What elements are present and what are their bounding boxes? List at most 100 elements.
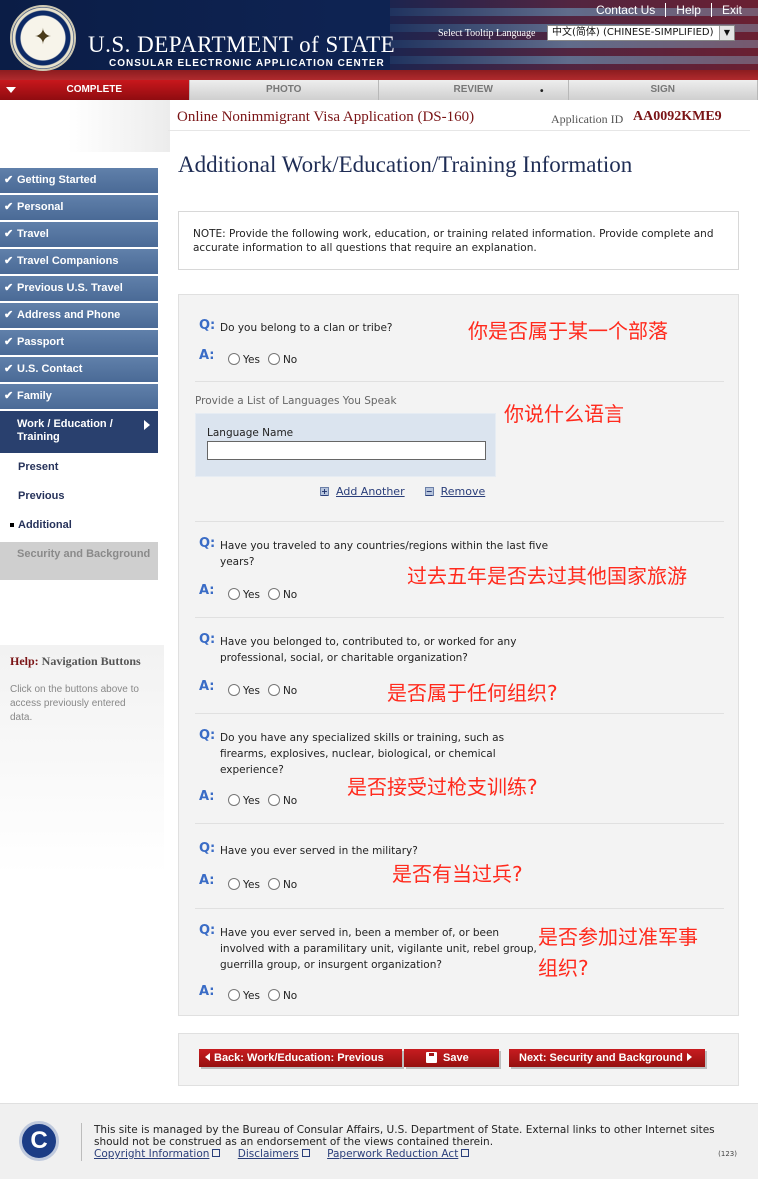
languages-section-label: Provide a List of Languages You Speak xyxy=(195,395,397,407)
radio-no[interactable]: No xyxy=(267,684,297,697)
minus-icon: − xyxy=(424,487,434,496)
application-id: AA0092KME9 xyxy=(633,109,722,124)
chevron-down-icon[interactable]: ▼ xyxy=(719,26,734,40)
form-panel: Q: Do you belong to a clan or tribe? A: … xyxy=(178,294,739,1016)
radio-yes[interactable]: Yes xyxy=(228,794,260,807)
check-icon: ✔ xyxy=(4,363,14,375)
q-label: Q: xyxy=(199,318,216,333)
sidebar-item-travel[interactable]: ✔ Travel xyxy=(0,222,158,247)
help-panel: Help: Navigation Buttons Click on the bu… xyxy=(0,645,164,875)
sidebar-subitem-present[interactable]: Present xyxy=(0,453,158,482)
sidebar-subitem-additional[interactable]: Additional xyxy=(0,511,158,540)
add-another-link[interactable]: + Add Another xyxy=(320,485,405,498)
annotation-language: 你说什么语言 xyxy=(504,402,624,426)
top-links: Contact Us Help Exit xyxy=(586,3,746,17)
radio-yes[interactable]: Yes xyxy=(228,353,260,366)
page-title: Additional Work/Education/Training Infor… xyxy=(178,152,633,177)
form-navigation: Back: Work/Education: Previous Save Next… xyxy=(178,1033,739,1086)
tooltip-language-value: 中文(简体) (CHINESE-SIMPLIFIED) xyxy=(552,27,714,38)
tab-complete[interactable]: COMPLETE xyxy=(0,80,190,100)
check-icon: ✔ xyxy=(4,255,14,267)
footer-code: (123) xyxy=(718,1150,737,1158)
sidebar-item-us-contact[interactable]: ✔ U.S. Contact xyxy=(0,357,158,382)
application-title: Online Nonimmigrant Visa Application (DS… xyxy=(177,109,475,125)
radio-yes[interactable]: Yes xyxy=(228,989,260,1002)
back-button[interactable]: Back: Work/Education: Previous xyxy=(199,1049,402,1067)
application-id-label: Application ID xyxy=(551,112,624,126)
sidebar-item-getting-started[interactable]: ✔ Getting Started xyxy=(0,168,158,193)
annotation-paramilitary-line2: 组织? xyxy=(538,956,589,980)
remove-link[interactable]: − Remove xyxy=(424,485,485,498)
check-icon: ✔ xyxy=(4,336,14,348)
language-name-label: Language Name xyxy=(207,427,294,439)
q-label: Q: xyxy=(199,536,216,551)
save-button[interactable]: Save xyxy=(404,1049,499,1067)
external-link-icon xyxy=(301,1149,310,1157)
arrow-left-icon xyxy=(205,1053,210,1061)
annotation-traveled: 过去五年是否去过其他国家旅游 xyxy=(407,564,687,588)
sidebar-subitem-previous[interactable]: Previous xyxy=(0,482,158,511)
check-icon: ✔ xyxy=(4,201,14,213)
radio-no[interactable]: No xyxy=(267,878,297,891)
note-box: NOTE: Provide the following work, educat… xyxy=(178,211,739,270)
external-link-icon xyxy=(212,1149,221,1157)
department-title: U.S. DEPARTMENT of STATE xyxy=(88,32,396,57)
footer-links: Copyright Information Disclaimers Paperw… xyxy=(94,1148,483,1160)
progress-tabs: COMPLETE PHOTO REVIEW • SIGN xyxy=(0,80,758,100)
paperwork-reduction-link[interactable]: Paperwork Reduction Act xyxy=(327,1148,470,1160)
tab-photo[interactable]: PHOTO xyxy=(189,80,379,100)
arrow-right-icon xyxy=(144,420,150,430)
annotation-military: 是否有当过兵? xyxy=(392,862,523,886)
sidebar-item-passport[interactable]: ✔ Passport xyxy=(0,330,158,355)
site-header: ✦ U.S. DEPARTMENT of STATE CONSULAR ELEC… xyxy=(0,0,758,80)
sidebar-item-address-phone[interactable]: ✔ Address and Phone xyxy=(0,303,158,328)
help-title: Help: Navigation Buttons xyxy=(10,654,141,668)
sidebar-item-personal[interactable]: ✔ Personal xyxy=(0,195,158,220)
copyright-link[interactable]: Copyright Information xyxy=(94,1148,221,1160)
annotation-clan: 你是否属于某一个部落 xyxy=(468,319,668,343)
question-text: Have you ever served in the military? xyxy=(220,845,418,857)
arrow-right-icon xyxy=(686,1053,692,1061)
sidebar-item-work-education-training[interactable]: Work / Education / Training xyxy=(0,411,158,453)
tooltip-language-label: Select Tooltip Language xyxy=(438,28,536,39)
q-label: Q: xyxy=(199,841,216,856)
footer: C This site is managed by the Bureau of … xyxy=(0,1103,758,1179)
q-label: Q: xyxy=(199,923,216,938)
sidebar-item-travel-companions[interactable]: ✔ Travel Companions xyxy=(0,249,158,274)
plus-icon: + xyxy=(320,487,329,496)
sidebar-item-family[interactable]: ✔ Family xyxy=(0,384,158,409)
annotation-organization: 是否属于任何组织? xyxy=(387,681,558,705)
radio-no[interactable]: No xyxy=(267,588,297,601)
radio-yes[interactable]: Yes xyxy=(228,878,260,891)
department-subtitle: CONSULAR ELECTRONIC APPLICATION CENTER xyxy=(109,58,385,69)
radio-no[interactable]: No xyxy=(267,989,297,1002)
tab-sign[interactable]: SIGN xyxy=(568,80,758,100)
sidebar-item-previous-us-travel[interactable]: ✔ Previous U.S. Travel xyxy=(0,276,158,301)
a-label: A: xyxy=(199,348,215,363)
a-label: A: xyxy=(199,984,215,999)
contact-us-link[interactable]: Contact Us xyxy=(586,3,667,17)
sidebar-item-security-background: Security and Background xyxy=(0,542,158,580)
tooltip-language-select[interactable]: 中文(简体) (CHINESE-SIMPLIFIED) ▼ xyxy=(547,25,735,41)
radio-yes[interactable]: Yes xyxy=(228,588,260,601)
help-text: Click on the buttons above to access pre… xyxy=(10,684,139,723)
question-text: Have you belonged to, contributed to, or… xyxy=(220,636,517,664)
radio-yes[interactable]: Yes xyxy=(228,684,260,697)
radio-no[interactable]: No xyxy=(267,794,297,807)
question-text: Do you have any specialized skills or tr… xyxy=(220,732,505,776)
language-name-input[interactable] xyxy=(207,441,486,460)
check-icon: ✔ xyxy=(4,309,14,321)
language-actions: + Add Another − Remove xyxy=(320,485,505,498)
help-link[interactable]: Help xyxy=(666,3,712,17)
exit-link[interactable]: Exit xyxy=(712,3,746,17)
caret-down-icon xyxy=(6,87,16,93)
tab-review[interactable]: REVIEW • xyxy=(379,80,569,100)
next-button[interactable]: Next: Security and Background xyxy=(509,1049,705,1067)
disclaimers-link[interactable]: Disclaimers xyxy=(238,1148,310,1160)
annotation-paramilitary-line1: 是否参加过准军事 xyxy=(538,925,698,949)
a-label: A: xyxy=(199,873,215,888)
external-link-icon xyxy=(461,1149,470,1157)
check-icon: ✔ xyxy=(4,390,14,402)
a-label: A: xyxy=(199,679,215,694)
radio-no[interactable]: No xyxy=(267,353,297,366)
